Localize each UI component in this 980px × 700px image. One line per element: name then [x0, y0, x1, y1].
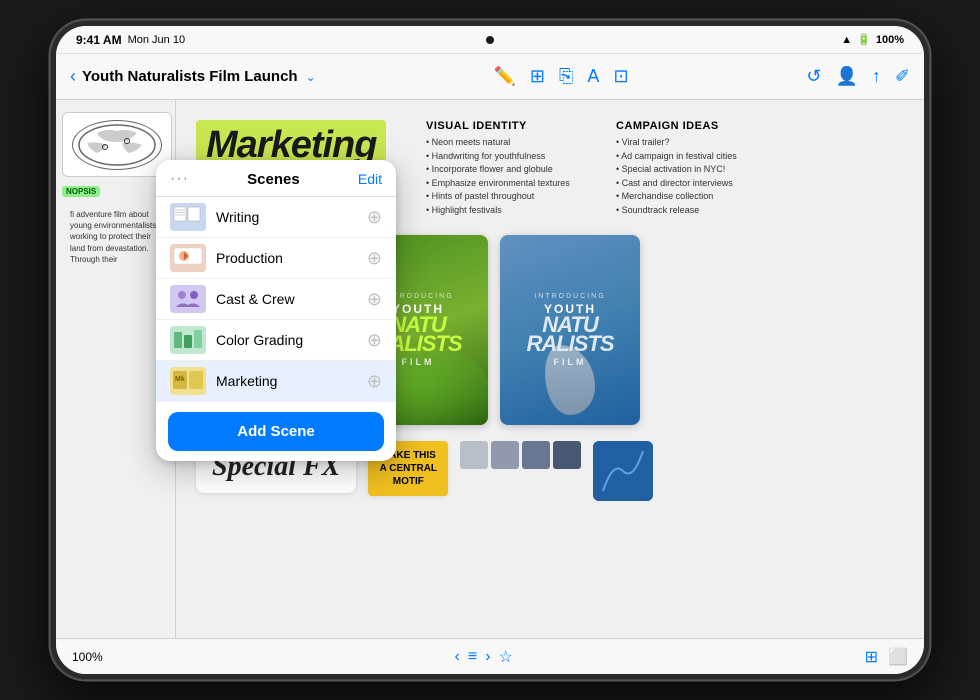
svg-text:Mk: Mk: [175, 376, 185, 383]
campaign-ideas-block: CAMPAIGN IDEAS Viral trailer? Ad campaig…: [616, 120, 904, 217]
campaign-item-4: Cast and director interviews: [616, 177, 904, 191]
battery-icon: 🔋: [857, 33, 871, 46]
scenes-header: ··· Scenes Edit: [156, 160, 396, 197]
blue-photo-block: [593, 441, 653, 501]
bottom-bar: 100% ‹ ≡ › ☆ ⊞ ⬜: [56, 638, 924, 674]
nav-list-button[interactable]: ≡: [468, 648, 477, 666]
camera-notch: [486, 36, 494, 44]
scene-more-color[interactable]: ⊕: [367, 330, 382, 351]
screen: 9:41 AM Mon Jun 10 ▲ 🔋 100% ‹ Youth Natu…: [56, 26, 924, 674]
synopsis-badge: NOPSIS: [62, 186, 100, 197]
status-time: 9:41 AM: [76, 33, 122, 47]
scene-more-writing[interactable]: ⊕: [367, 207, 382, 228]
scenes-popup: ··· Scenes Edit: [156, 160, 396, 461]
production-thumb-svg: [170, 244, 206, 272]
scene-item-cast[interactable]: Cast & Crew ⊕: [156, 279, 396, 320]
swatch-2: [491, 441, 519, 469]
scene-label-color: Color Grading: [216, 332, 357, 348]
bottom-right-icons: ⊞ ⬜: [865, 647, 908, 667]
image-tool-icon[interactable]: ⊡: [613, 66, 628, 87]
fullscreen-icon[interactable]: ⬜: [888, 647, 908, 667]
scenes-more-dots[interactable]: ···: [170, 170, 189, 188]
marketing-thumb-svg: Mk: [170, 367, 206, 395]
title-chevron-icon[interactable]: ⌄: [306, 70, 316, 84]
poster-card-blue[interactable]: INTRODUCING YOUTH NATURALISTS FILM: [500, 235, 640, 425]
zoom-level[interactable]: 100%: [72, 650, 103, 664]
undo-icon[interactable]: ↺: [806, 66, 821, 87]
content-area: NOPSIS fi adventure film about young env…: [56, 100, 924, 638]
scene-more-cast[interactable]: ⊕: [367, 289, 382, 310]
poster3-intro: INTRODUCING: [526, 293, 613, 300]
device-frame: 9:41 AM Mon Jun 10 ▲ 🔋 100% ‹ Youth Natu…: [50, 20, 930, 680]
add-scene-button[interactable]: Add Scene: [168, 412, 384, 451]
swatch-4: [553, 441, 581, 469]
scenes-edit-button[interactable]: Edit: [358, 171, 382, 187]
synopsis-text: fi adventure film about young environmen…: [62, 201, 169, 273]
status-date: Mon Jun 10: [128, 34, 185, 46]
share-icon[interactable]: ↑: [872, 66, 881, 87]
campaign-item-5: Merchandise collection: [616, 190, 904, 204]
wifi-icon: ▲: [841, 34, 852, 46]
scene-thumb-writing: [170, 203, 206, 231]
color-thumb-svg: [170, 326, 206, 354]
nav-prev-button[interactable]: ‹: [455, 648, 460, 666]
scene-item-writing[interactable]: Writing ⊕: [156, 197, 396, 238]
canvas: NOPSIS fi adventure film about young env…: [56, 100, 924, 638]
scene-label-writing: Writing: [216, 209, 357, 225]
blue-photo-svg: [593, 441, 653, 501]
scene-thumb-marketing: Mk: [170, 367, 206, 395]
scene-thumb-production: [170, 244, 206, 272]
vi-item-6: Highlight festivals: [426, 204, 586, 218]
scene-item-marketing[interactable]: Mk Marketing ⊕: [156, 361, 396, 402]
marketing-big-text: Marketing: [206, 126, 376, 164]
vi-item-4: Emphasize environmental textures: [426, 177, 586, 191]
color-swatches: [460, 441, 581, 469]
toolbar: ‹ Youth Naturalists Film Launch ⌄ ✏️ ⊞ ⎘…: [56, 54, 924, 100]
scene-item-production[interactable]: Production ⊕: [156, 238, 396, 279]
world-ellipse: [72, 120, 162, 170]
vi-item-5: Hints of pastel throughout: [426, 190, 586, 204]
battery-label: 100%: [876, 34, 904, 46]
scene-label-cast: Cast & Crew: [216, 291, 357, 307]
vi-item-2: Handwriting for youthfulness: [426, 150, 586, 164]
poster3-naturalists: NATURALISTS: [526, 316, 613, 353]
nav-next-button[interactable]: ›: [485, 648, 490, 666]
scene-label-production: Production: [216, 250, 357, 266]
scene-thumb-color: [170, 326, 206, 354]
document-title: Youth Naturalists Film Launch: [82, 68, 298, 85]
campaign-item-2: Ad campaign in festival cities: [616, 150, 904, 164]
campaign-heading: CAMPAIGN IDEAS: [616, 120, 904, 132]
visual-identity-block: VISUAL IDENTITY Neon meets natural Handw…: [426, 120, 586, 217]
grid-view-icon[interactable]: ⊞: [530, 66, 545, 87]
writing-thumb-svg: [170, 203, 206, 231]
poster3-film: FILM: [526, 357, 613, 367]
scene-label-marketing: Marketing: [216, 373, 357, 389]
scene-item-color[interactable]: Color Grading ⊕: [156, 320, 396, 361]
vi-item-3: Incorporate flower and globule: [426, 163, 586, 177]
collaborators-icon[interactable]: 👤: [835, 66, 857, 87]
scene-thumb-cast: [170, 285, 206, 313]
scene-more-marketing[interactable]: ⊕: [367, 371, 382, 392]
world-map-block: [62, 112, 172, 177]
swatch-3: [522, 441, 550, 469]
scenes-title: Scenes: [247, 171, 300, 188]
campaign-item-6: Soundtrack release: [616, 204, 904, 218]
grid-icon[interactable]: ⊞: [865, 647, 878, 667]
back-button[interactable]: ‹: [70, 66, 76, 87]
campaign-item-1: Viral trailer?: [616, 136, 904, 150]
world-map-svg: [77, 123, 157, 167]
campaign-item-3: Special activation in NYC!: [616, 163, 904, 177]
copy-icon[interactable]: ⎘: [559, 66, 573, 87]
edit-icon[interactable]: ✐: [895, 66, 910, 87]
vi-item-1: Neon meets natural: [426, 136, 586, 150]
swatch-1: [460, 441, 488, 469]
text-tool-icon[interactable]: A: [587, 66, 599, 87]
nav-bookmark-button[interactable]: ☆: [499, 647, 513, 667]
pencil-tool-icon[interactable]: ✏️: [494, 66, 516, 87]
cast-thumb-svg: [170, 285, 206, 313]
visual-identity-heading: VISUAL IDENTITY: [426, 120, 586, 132]
navigation-arrows: ‹ ≡ › ☆: [455, 647, 513, 667]
scene-more-production[interactable]: ⊕: [367, 248, 382, 269]
